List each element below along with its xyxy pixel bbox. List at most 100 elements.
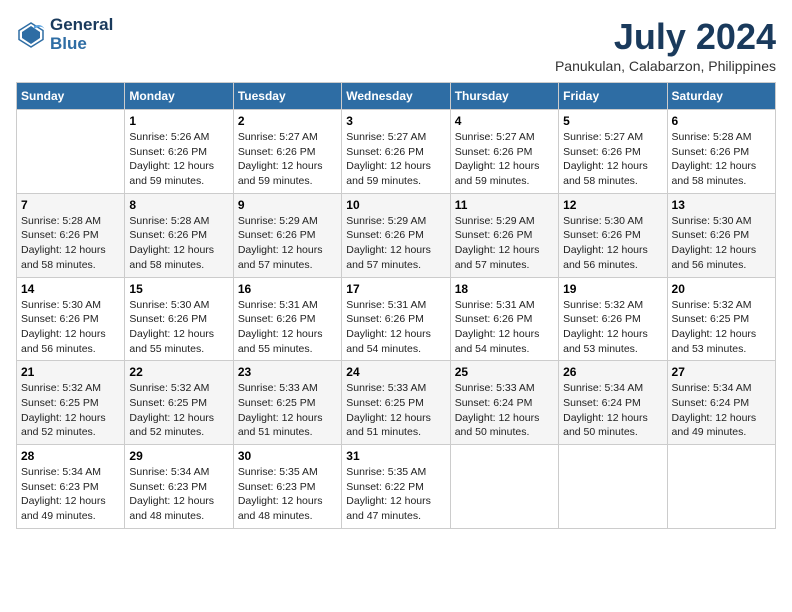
day-cell: 31 Sunrise: 5:35 AM Sunset: 6:22 PM Dayli… xyxy=(342,445,450,529)
day-info: Sunrise: 5:31 AM Sunset: 6:26 PM Dayligh… xyxy=(455,298,554,357)
day-number: 1 xyxy=(129,114,228,128)
day-cell xyxy=(17,110,125,194)
day-info: Sunrise: 5:31 AM Sunset: 6:26 PM Dayligh… xyxy=(238,298,337,357)
day-number: 5 xyxy=(563,114,662,128)
day-cell: 4 Sunrise: 5:27 AM Sunset: 6:26 PM Daylig… xyxy=(450,110,558,194)
page-header: General Blue July 2024 Panukulan, Calaba… xyxy=(16,16,776,74)
day-number: 10 xyxy=(346,198,445,212)
day-info: Sunrise: 5:33 AM Sunset: 6:25 PM Dayligh… xyxy=(238,381,337,440)
day-info: Sunrise: 5:27 AM Sunset: 6:26 PM Dayligh… xyxy=(238,130,337,189)
day-info: Sunrise: 5:27 AM Sunset: 6:26 PM Dayligh… xyxy=(455,130,554,189)
day-info: Sunrise: 5:35 AM Sunset: 6:22 PM Dayligh… xyxy=(346,465,445,524)
logo: General Blue xyxy=(16,16,113,53)
title-block: July 2024 Panukulan, Calabarzon, Philipp… xyxy=(555,16,776,74)
day-number: 19 xyxy=(563,282,662,296)
day-cell xyxy=(559,445,667,529)
day-number: 25 xyxy=(455,365,554,379)
col-header-thursday: Thursday xyxy=(450,83,558,110)
day-info: Sunrise: 5:28 AM Sunset: 6:26 PM Dayligh… xyxy=(672,130,771,189)
day-info: Sunrise: 5:27 AM Sunset: 6:26 PM Dayligh… xyxy=(346,130,445,189)
month-title: July 2024 xyxy=(555,16,776,58)
col-header-saturday: Saturday xyxy=(667,83,775,110)
day-number: 6 xyxy=(672,114,771,128)
day-cell: 10 Sunrise: 5:29 AM Sunset: 6:26 PM Dayli… xyxy=(342,193,450,277)
day-cell: 13Sunrise: 5:30 AM Sunset: 6:26 PM Dayli… xyxy=(667,193,775,277)
location-title: Panukulan, Calabarzon, Philippines xyxy=(555,58,776,74)
day-number: 4 xyxy=(455,114,554,128)
day-number: 3 xyxy=(346,114,445,128)
day-cell xyxy=(667,445,775,529)
col-header-sunday: Sunday xyxy=(17,83,125,110)
day-number: 28 xyxy=(21,449,120,463)
calendar-table: SundayMondayTuesdayWednesdayThursdayFrid… xyxy=(16,82,776,529)
day-number: 2 xyxy=(238,114,337,128)
logo-icon xyxy=(16,20,46,50)
day-info: Sunrise: 5:30 AM Sunset: 6:26 PM Dayligh… xyxy=(129,298,228,357)
day-number: 9 xyxy=(238,198,337,212)
day-info: Sunrise: 5:33 AM Sunset: 6:25 PM Dayligh… xyxy=(346,381,445,440)
day-info: Sunrise: 5:32 AM Sunset: 6:26 PM Dayligh… xyxy=(563,298,662,357)
day-cell: 26 Sunrise: 5:34 AM Sunset: 6:24 PM Dayli… xyxy=(559,361,667,445)
col-header-monday: Monday xyxy=(125,83,233,110)
week-row-3: 14 Sunrise: 5:30 AM Sunset: 6:26 PM Dayli… xyxy=(17,277,776,361)
week-row-4: 21 Sunrise: 5:32 AM Sunset: 6:25 PM Dayli… xyxy=(17,361,776,445)
col-header-friday: Friday xyxy=(559,83,667,110)
day-cell: 28 Sunrise: 5:34 AM Sunset: 6:23 PM Dayli… xyxy=(17,445,125,529)
day-cell: 11Sunrise: 5:29 AM Sunset: 6:26 PM Dayli… xyxy=(450,193,558,277)
day-number: 18 xyxy=(455,282,554,296)
day-number: 20 xyxy=(672,282,771,296)
day-info: Sunrise: 5:32 AM Sunset: 6:25 PM Dayligh… xyxy=(21,381,120,440)
day-cell: 16 Sunrise: 5:31 AM Sunset: 6:26 PM Dayli… xyxy=(233,277,341,361)
day-cell: 6 Sunrise: 5:28 AM Sunset: 6:26 PM Daylig… xyxy=(667,110,775,194)
day-info: Sunrise: 5:31 AM Sunset: 6:26 PM Dayligh… xyxy=(346,298,445,357)
week-row-1: 1 Sunrise: 5:26 AM Sunset: 6:26 PM Daylig… xyxy=(17,110,776,194)
day-cell: 17 Sunrise: 5:31 AM Sunset: 6:26 PM Dayli… xyxy=(342,277,450,361)
day-info: Sunrise: 5:34 AM Sunset: 6:23 PM Dayligh… xyxy=(129,465,228,524)
day-number: 23 xyxy=(238,365,337,379)
day-info: Sunrise: 5:26 AM Sunset: 6:26 PM Dayligh… xyxy=(129,130,228,189)
day-cell: 30Sunrise: 5:35 AM Sunset: 6:23 PM Dayli… xyxy=(233,445,341,529)
day-number: 7 xyxy=(21,198,120,212)
day-number: 16 xyxy=(238,282,337,296)
day-cell: 22Sunrise: 5:32 AM Sunset: 6:25 PM Dayli… xyxy=(125,361,233,445)
day-cell: 21 Sunrise: 5:32 AM Sunset: 6:25 PM Dayli… xyxy=(17,361,125,445)
day-info: Sunrise: 5:32 AM Sunset: 6:25 PM Dayligh… xyxy=(672,298,771,357)
day-cell: 24Sunrise: 5:33 AM Sunset: 6:25 PM Dayli… xyxy=(342,361,450,445)
day-cell: 15Sunrise: 5:30 AM Sunset: 6:26 PM Dayli… xyxy=(125,277,233,361)
day-cell: 19 Sunrise: 5:32 AM Sunset: 6:26 PM Dayli… xyxy=(559,277,667,361)
day-number: 14 xyxy=(21,282,120,296)
col-header-wednesday: Wednesday xyxy=(342,83,450,110)
day-number: 21 xyxy=(21,365,120,379)
day-info: Sunrise: 5:34 AM Sunset: 6:24 PM Dayligh… xyxy=(563,381,662,440)
col-header-tuesday: Tuesday xyxy=(233,83,341,110)
day-cell: 23 Sunrise: 5:33 AM Sunset: 6:25 PM Dayli… xyxy=(233,361,341,445)
day-cell: 2 Sunrise: 5:27 AM Sunset: 6:26 PM Daylig… xyxy=(233,110,341,194)
day-info: Sunrise: 5:29 AM Sunset: 6:26 PM Dayligh… xyxy=(455,214,554,273)
day-cell: 27 Sunrise: 5:34 AM Sunset: 6:24 PM Dayli… xyxy=(667,361,775,445)
day-cell xyxy=(450,445,558,529)
day-cell: 5 Sunrise: 5:27 AM Sunset: 6:26 PM Daylig… xyxy=(559,110,667,194)
day-number: 27 xyxy=(672,365,771,379)
day-info: Sunrise: 5:29 AM Sunset: 6:26 PM Dayligh… xyxy=(346,214,445,273)
day-number: 30 xyxy=(238,449,337,463)
day-cell: 9 Sunrise: 5:29 AM Sunset: 6:26 PM Daylig… xyxy=(233,193,341,277)
day-info: Sunrise: 5:28 AM Sunset: 6:26 PM Dayligh… xyxy=(129,214,228,273)
day-number: 17 xyxy=(346,282,445,296)
day-cell: 1 Sunrise: 5:26 AM Sunset: 6:26 PM Daylig… xyxy=(125,110,233,194)
day-number: 8 xyxy=(129,198,228,212)
day-info: Sunrise: 5:33 AM Sunset: 6:24 PM Dayligh… xyxy=(455,381,554,440)
day-number: 26 xyxy=(563,365,662,379)
day-info: Sunrise: 5:28 AM Sunset: 6:26 PM Dayligh… xyxy=(21,214,120,273)
day-info: Sunrise: 5:30 AM Sunset: 6:26 PM Dayligh… xyxy=(672,214,771,273)
day-cell: 7 Sunrise: 5:28 AM Sunset: 6:26 PM Daylig… xyxy=(17,193,125,277)
day-cell: 25 Sunrise: 5:33 AM Sunset: 6:24 PM Dayli… xyxy=(450,361,558,445)
day-info: Sunrise: 5:27 AM Sunset: 6:26 PM Dayligh… xyxy=(563,130,662,189)
day-info: Sunrise: 5:34 AM Sunset: 6:24 PM Dayligh… xyxy=(672,381,771,440)
day-number: 31 xyxy=(346,449,445,463)
day-cell: 29Sunrise: 5:34 AM Sunset: 6:23 PM Dayli… xyxy=(125,445,233,529)
day-info: Sunrise: 5:30 AM Sunset: 6:26 PM Dayligh… xyxy=(21,298,120,357)
header-row: SundayMondayTuesdayWednesdayThursdayFrid… xyxy=(17,83,776,110)
day-number: 12 xyxy=(563,198,662,212)
day-info: Sunrise: 5:34 AM Sunset: 6:23 PM Dayligh… xyxy=(21,465,120,524)
day-info: Sunrise: 5:29 AM Sunset: 6:26 PM Dayligh… xyxy=(238,214,337,273)
